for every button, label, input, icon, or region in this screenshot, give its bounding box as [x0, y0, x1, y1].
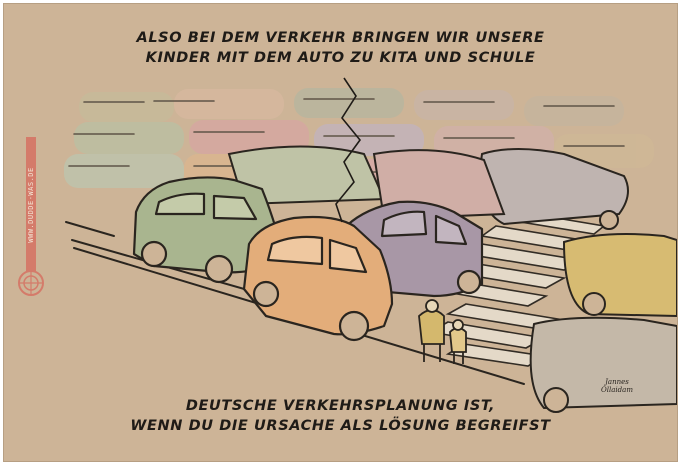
cartoon-card: ALSO BEI DEM VERKEHR BRINGEN WIR UNSERE …	[3, 3, 678, 462]
artist-signature: Jannes Ollaidam	[601, 378, 633, 394]
top-caption-line-1: ALSO BEI DEM VERKEHR BRINGEN WIR UNSERE	[136, 30, 545, 46]
side-url-text: WWW.DUDDE-WAS.DE	[27, 166, 35, 243]
top-caption-line-2: KINDER MIT DEM AUTO ZU KITA UND SCHULE	[145, 50, 536, 66]
bottom-caption-line-1: DEUTSCHE VERKEHRSPLANUNG IST,	[185, 398, 496, 414]
top-caption: ALSO BEI DEM VERKEHR BRINGEN WIR UNSERE …	[4, 28, 677, 68]
bottom-caption: DEUTSCHE VERKEHRSPLANUNG IST, WENN DU DI…	[4, 396, 677, 436]
logo-stamp	[18, 270, 44, 296]
cartoon-illustration	[64, 77, 677, 413]
bottom-caption-line-2: WENN DU DIE URSACHE ALS LÖSUNG BEGREIFST	[130, 418, 551, 434]
car-right-yellow	[562, 233, 677, 318]
side-url-strip: WWW.DUDDE-WAS.DE	[26, 137, 36, 272]
